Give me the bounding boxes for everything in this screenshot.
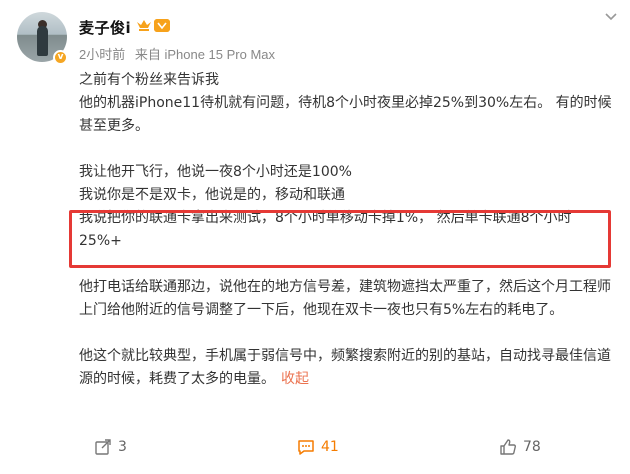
post-meta: 2小时前 来自 iPhone 15 Pro Max [79,44,281,63]
repost-icon [95,439,111,455]
post-line-text: 他这个就比较典型，手机属于弱信号中，频繁搜索附近的别的基站，自动找寻最佳信道源的… [79,348,611,387]
post-line: 我让他开飞行，他说一夜8个小时还是100% [79,164,352,180]
post-line: 他打电话给联通那边，说他在的地方信号差，建筑物遮挡太严重了，然后这个月工程师上门… [79,279,611,318]
highlight-annotation-box [69,210,611,268]
comment-icon [298,440,314,455]
verified-badge-icon: v [53,50,68,65]
post-time[interactable]: 2小时前 [79,47,125,62]
post-line: 之前有个粉丝来告诉我 [79,72,219,88]
repost-count: 3 [118,439,127,455]
repost-button[interactable]: 3 [94,438,127,456]
comment-count: 41 [321,439,339,455]
chevron-down-icon[interactable] [603,8,619,24]
post-source: 来自 iPhone 15 Pro Max [134,47,276,62]
like-count: 78 [523,439,541,455]
avatar-figure [37,26,48,56]
membership-level-icon[interactable] [154,19,170,32]
thumbs-up-icon [500,439,516,455]
action-bar: 3 41 78 [0,434,630,464]
comment-button[interactable]: 41 [297,438,339,456]
username[interactable]: 麦子俊i [79,17,131,38]
like-button[interactable]: 78 [499,438,541,456]
vip-crown-icon[interactable] [136,18,152,32]
post-line: 他的机器iPhone11待机就有问题，待机8个小时夜里必掉25%到30%左右。 … [79,95,612,134]
post-line: 我说你是不是双卡，他说是的，移动和联通 [79,187,345,203]
post-line: 他这个就比较典型，手机属于弱信号中，频繁搜索附近的别的基站，自动找寻最佳信道源的… [79,345,614,391]
collapse-link[interactable]: 收起 [281,371,309,387]
